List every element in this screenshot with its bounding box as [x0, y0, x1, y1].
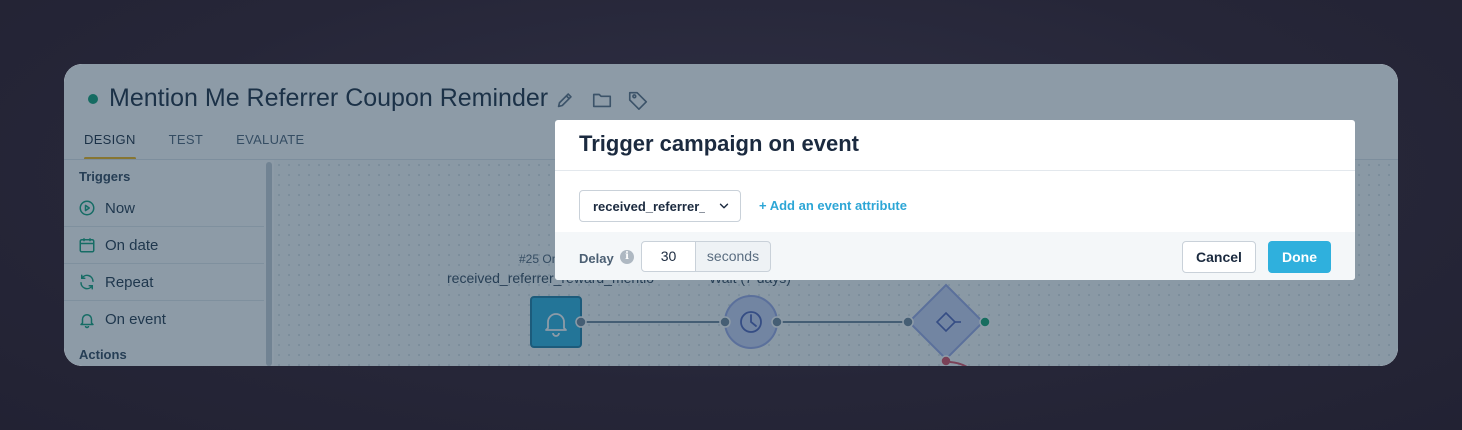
done-button[interactable]: Done: [1268, 241, 1331, 273]
event-select-value: received_referrer_reward_mentionme: [593, 199, 705, 214]
info-icon[interactable]: i: [620, 250, 634, 264]
dialog-footer: Delay i 30 seconds Cancel Done: [555, 232, 1355, 280]
dialog-title: Trigger campaign on event: [579, 131, 859, 156]
dialog-divider: [555, 170, 1355, 171]
delay-label: Delay: [579, 251, 614, 266]
event-select[interactable]: received_referrer_reward_mentionme: [579, 190, 741, 222]
cancel-button[interactable]: Cancel: [1182, 241, 1256, 273]
trigger-event-dialog: Trigger campaign on event received_refer…: [555, 120, 1355, 280]
delay-input[interactable]: 30: [641, 241, 696, 272]
chevron-down-icon: [717, 199, 731, 213]
delay-unit-addon: seconds: [695, 241, 771, 272]
add-event-attribute-link[interactable]: + Add an event attribute: [759, 198, 907, 213]
